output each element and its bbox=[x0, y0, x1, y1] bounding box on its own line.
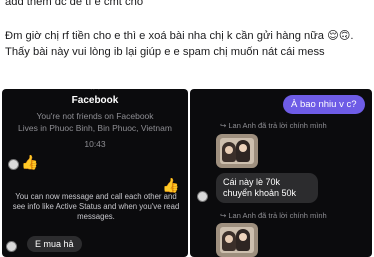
outgoing-message[interactable]: À bao nhiu v c? bbox=[283, 95, 365, 114]
reply-header: ↪ Lan Anh đã trả lời chính mình bbox=[220, 211, 327, 220]
sender-avatar bbox=[6, 241, 17, 252]
post-caption: Đm giờ chị rf tiền cho e thì e xoá bài n… bbox=[5, 30, 354, 58]
incoming-message[interactable]: Cái này lè 70k chuyển khoản 50k bbox=[216, 173, 318, 203]
header-faded: ·· · bbox=[89, 89, 101, 94]
incoming-message[interactable]: E mua hả bbox=[27, 236, 82, 252]
thumbs-up-icon[interactable]: 👍 bbox=[162, 178, 179, 192]
profile-title: Facebook bbox=[71, 95, 119, 106]
left-chat-screenshot: ·· · Facebook You're not friends on Face… bbox=[2, 89, 188, 257]
not-friends-text: You're not friends on Facebook bbox=[36, 111, 154, 121]
reply-header: ↪ Lan Anh đã trả lời chính mình bbox=[220, 121, 327, 130]
sender-avatar bbox=[8, 159, 19, 170]
messaging-info-text: You can now message and call each other … bbox=[12, 192, 180, 221]
right-chat-screenshot: À bao nhiu v c? ↪ Lan Anh đã trả lời chí… bbox=[190, 89, 372, 257]
post-first-line: add thêm đc để tí e cmt cho bbox=[5, 0, 144, 8]
thumbs-up-icon[interactable]: 👍 bbox=[21, 155, 38, 169]
shared-photo[interactable] bbox=[216, 134, 258, 168]
shared-photo[interactable] bbox=[216, 223, 258, 257]
timestamp: 10:43 bbox=[84, 139, 106, 149]
lives-in-text: Lives in Phuoc Binh, Bin Phuoc, Vietnam bbox=[18, 123, 172, 133]
sender-avatar bbox=[197, 191, 208, 202]
